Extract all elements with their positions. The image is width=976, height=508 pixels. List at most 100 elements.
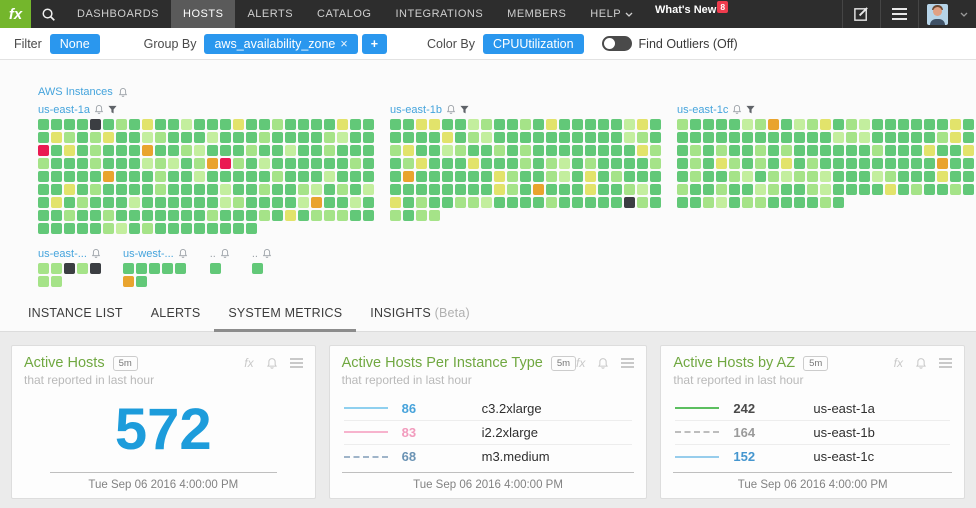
host-cell[interactable] xyxy=(155,197,166,208)
host-cell[interactable] xyxy=(846,171,857,182)
host-cell[interactable] xyxy=(194,171,205,182)
host-cell[interactable] xyxy=(924,119,935,130)
host-cell[interactable] xyxy=(833,171,844,182)
host-cell[interactable] xyxy=(103,119,114,130)
host-cell[interactable] xyxy=(911,158,922,169)
host-cell[interactable] xyxy=(363,158,374,169)
host-cell[interactable] xyxy=(324,171,335,182)
host-cell[interactable] xyxy=(677,145,688,156)
host-cell[interactable] xyxy=(64,132,75,143)
host-cell[interactable] xyxy=(103,197,114,208)
host-cell[interactable] xyxy=(559,132,570,143)
host-cell[interactable] xyxy=(794,171,805,182)
host-cell[interactable] xyxy=(794,158,805,169)
host-cell[interactable] xyxy=(859,145,870,156)
host-cell[interactable] xyxy=(585,119,596,130)
host-cell[interactable] xyxy=(742,119,753,130)
host-cell[interactable] xyxy=(546,184,557,195)
host-cell[interactable] xyxy=(624,119,635,130)
host-cell[interactable] xyxy=(468,171,479,182)
host-cell[interactable] xyxy=(207,223,218,234)
host-cell[interactable] xyxy=(77,263,88,274)
host-cell[interactable] xyxy=(937,158,948,169)
find-outliers-toggle[interactable] xyxy=(602,36,632,51)
host-cell[interactable] xyxy=(390,184,401,195)
host-cell[interactable] xyxy=(210,263,221,274)
host-cell[interactable] xyxy=(690,171,701,182)
host-cell[interactable] xyxy=(207,210,218,221)
host-cell[interactable] xyxy=(220,197,231,208)
host-cell[interactable] xyxy=(51,171,62,182)
color-by-button[interactable]: CPUUtilization xyxy=(483,34,584,54)
host-cell[interactable] xyxy=(677,171,688,182)
heatmap-group-label[interactable]: .. xyxy=(252,246,272,261)
heatmap-group-label[interactable]: us-east-1c xyxy=(677,102,974,117)
nav-item-help[interactable]: HELP xyxy=(578,0,645,28)
host-cell[interactable] xyxy=(285,197,296,208)
host-cell[interactable] xyxy=(429,145,440,156)
host-cell[interactable] xyxy=(859,158,870,169)
host-cell[interactable] xyxy=(768,158,779,169)
host-cell[interactable] xyxy=(363,171,374,182)
host-cell[interactable] xyxy=(963,184,974,195)
host-cell[interactable] xyxy=(350,210,361,221)
host-cell[interactable] xyxy=(51,132,62,143)
host-cell[interactable] xyxy=(429,119,440,130)
metric-row[interactable]: 68m3.medium xyxy=(344,445,633,469)
host-cell[interactable] xyxy=(168,158,179,169)
bell-icon[interactable] xyxy=(220,248,230,259)
host-cell[interactable] xyxy=(729,184,740,195)
host-cell[interactable] xyxy=(872,145,883,156)
host-cell[interactable] xyxy=(520,171,531,182)
nav-item-members[interactable]: MEMBERS xyxy=(495,0,578,28)
host-cell[interactable] xyxy=(898,158,909,169)
host-cell[interactable] xyxy=(194,184,205,195)
host-cell[interactable] xyxy=(168,210,179,221)
host-cell[interactable] xyxy=(103,171,114,182)
host-cell[interactable] xyxy=(585,184,596,195)
bell-icon[interactable] xyxy=(266,357,278,370)
host-cell[interactable] xyxy=(572,197,583,208)
host-cell[interactable] xyxy=(611,158,622,169)
host-cell[interactable] xyxy=(390,210,401,221)
nav-item-hosts[interactable]: HOSTS xyxy=(171,0,235,28)
host-cell[interactable] xyxy=(690,145,701,156)
host-cell[interactable] xyxy=(533,184,544,195)
host-cell[interactable] xyxy=(207,158,218,169)
host-cell[interactable] xyxy=(90,145,101,156)
host-cell[interactable] xyxy=(885,119,896,130)
host-cell[interactable] xyxy=(64,210,75,221)
host-cell[interactable] xyxy=(246,210,257,221)
host-cell[interactable] xyxy=(481,158,492,169)
host-cell[interactable] xyxy=(559,158,570,169)
host-cell[interactable] xyxy=(781,145,792,156)
host-cell[interactable] xyxy=(677,119,688,130)
host-cell[interactable] xyxy=(90,263,101,274)
host-cell[interactable] xyxy=(64,197,75,208)
host-cell[interactable] xyxy=(924,184,935,195)
bell-icon[interactable] xyxy=(262,248,272,259)
host-cell[interactable] xyxy=(246,184,257,195)
host-cell[interactable] xyxy=(129,119,140,130)
heatmap-group-label[interactable]: us-west-... xyxy=(123,246,188,261)
host-cell[interactable] xyxy=(416,119,427,130)
host-cell[interactable] xyxy=(207,119,218,130)
host-cell[interactable] xyxy=(38,132,49,143)
bell-icon[interactable] xyxy=(118,87,128,98)
host-cell[interactable] xyxy=(181,158,192,169)
host-cell[interactable] xyxy=(181,132,192,143)
host-cell[interactable] xyxy=(690,158,701,169)
host-cell[interactable] xyxy=(507,197,518,208)
host-cell[interactable] xyxy=(64,119,75,130)
bell-icon[interactable] xyxy=(94,104,104,115)
host-cell[interactable] xyxy=(429,210,440,221)
host-cell[interactable] xyxy=(129,171,140,182)
host-cell[interactable] xyxy=(859,184,870,195)
host-cell[interactable] xyxy=(546,197,557,208)
host-cell[interactable] xyxy=(194,158,205,169)
host-cell[interactable] xyxy=(559,119,570,130)
host-cell[interactable] xyxy=(168,223,179,234)
host-cell[interactable] xyxy=(403,132,414,143)
host-cell[interactable] xyxy=(324,132,335,143)
host-cell[interactable] xyxy=(468,197,479,208)
